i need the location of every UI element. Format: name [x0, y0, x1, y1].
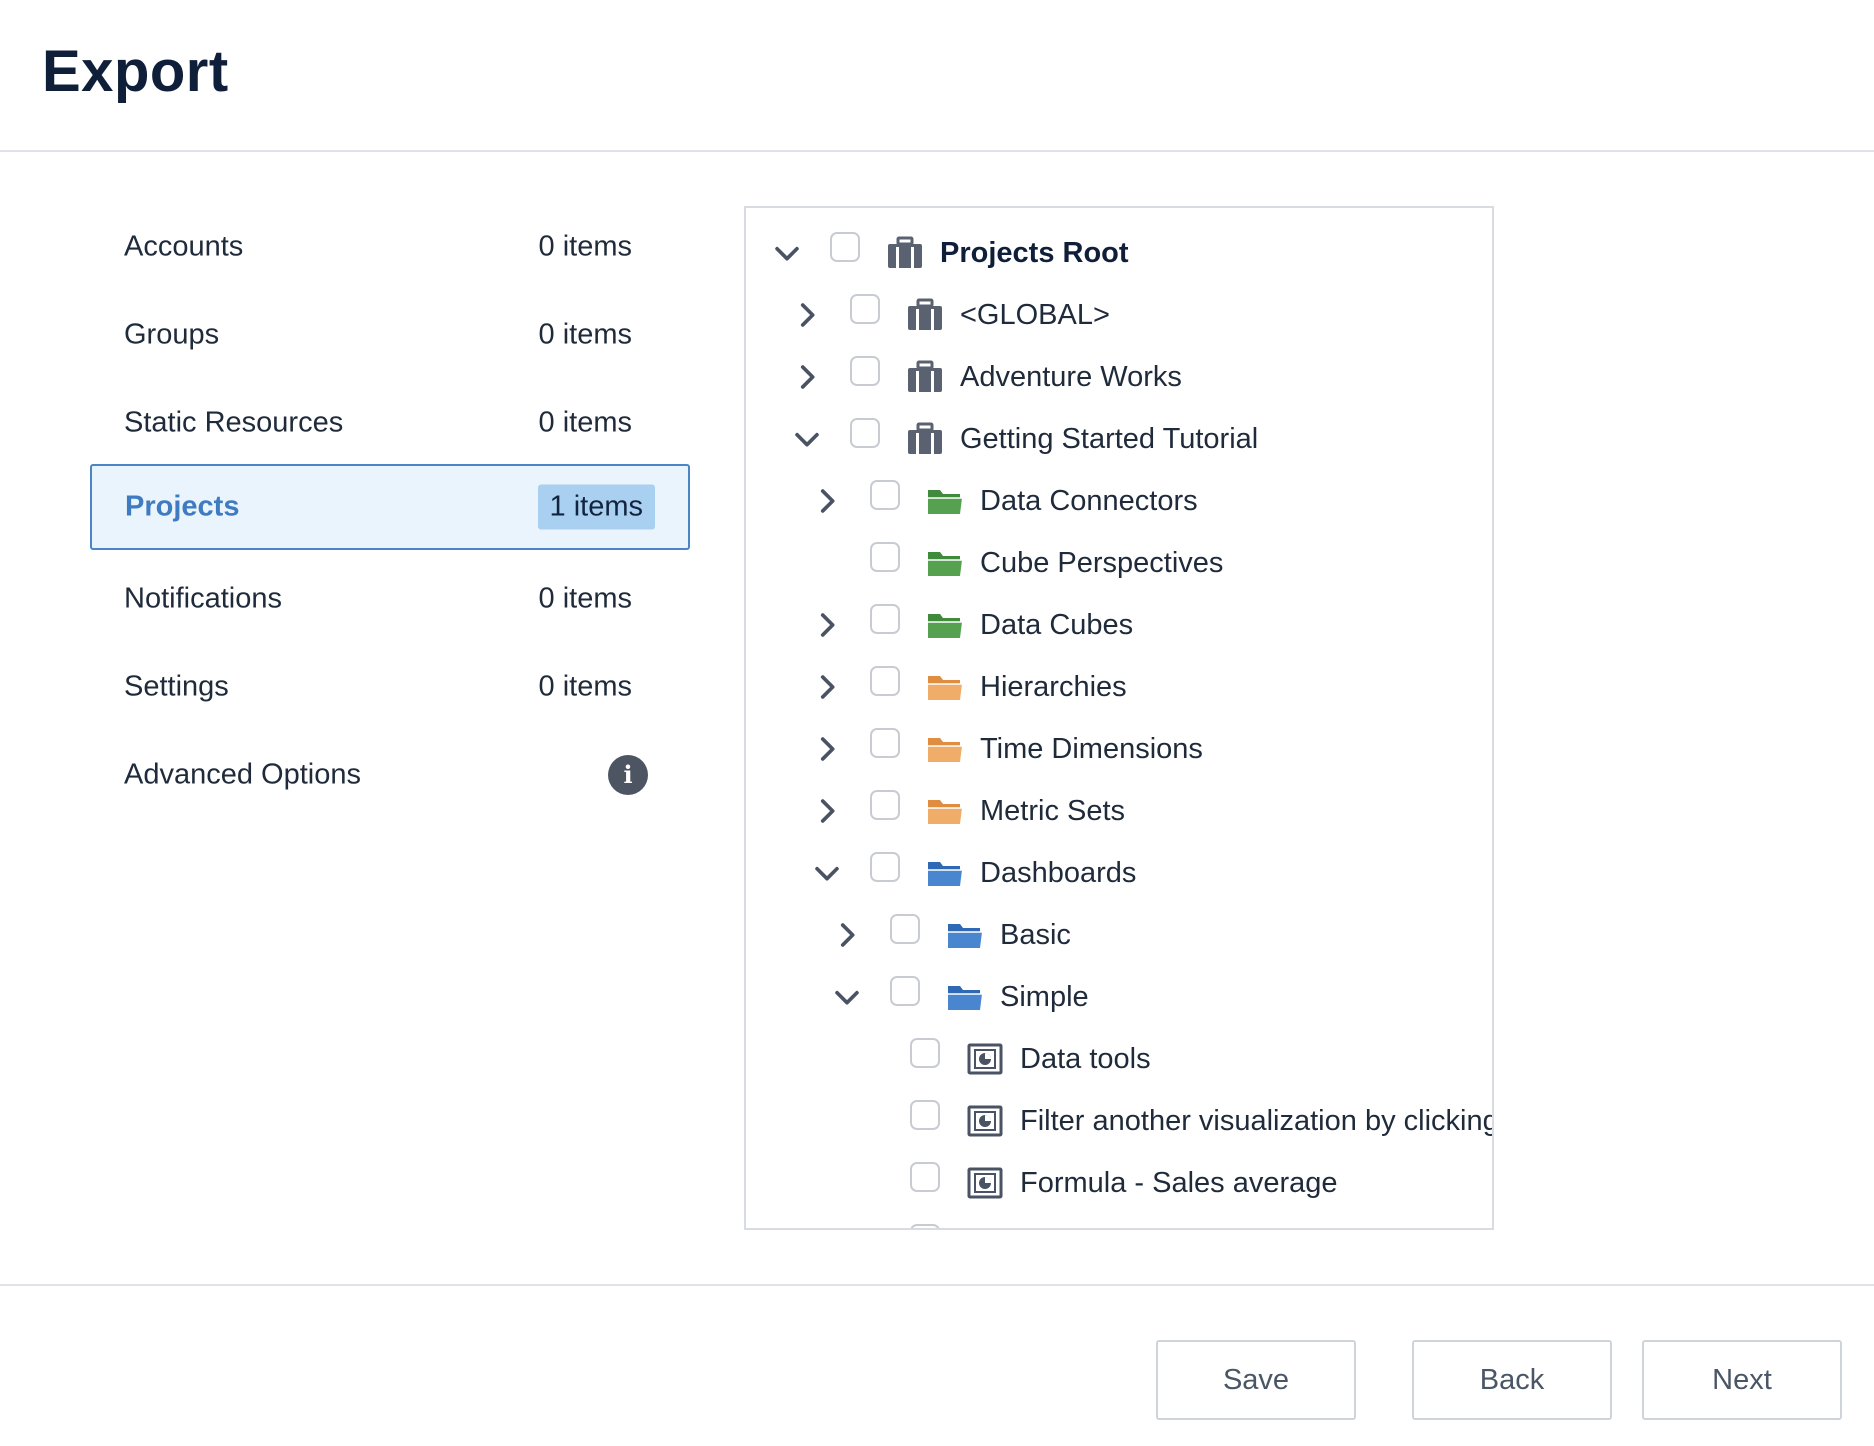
tree-checkbox[interactable]	[870, 852, 900, 882]
nav-item-label: Settings	[124, 670, 229, 703]
chevron-right-icon[interactable]	[810, 608, 844, 642]
tree-checkbox[interactable]	[890, 976, 920, 1006]
folder-icon	[946, 918, 984, 952]
nav-item-count: 0 items	[538, 318, 632, 351]
nav-item-accounts[interactable]: Accounts 0 items	[90, 204, 690, 290]
tree-checkbox[interactable]	[850, 294, 880, 324]
folder-icon	[926, 856, 964, 890]
tree-label[interactable]: Data Connectors	[980, 484, 1198, 518]
nav-item-label: Advanced Options	[124, 758, 361, 791]
briefcase-icon	[906, 422, 944, 456]
tree-checkbox[interactable]	[870, 604, 900, 634]
folder-icon	[926, 732, 964, 766]
tree-label[interactable]: Metric Sets	[980, 794, 1125, 828]
nav-item-projects[interactable]: Projects 1 items	[90, 464, 690, 550]
tree-label[interactable]: Dashboards	[980, 856, 1136, 890]
tree-checkbox[interactable]	[890, 914, 920, 944]
tree-label[interactable]: Getting Started Tutorial	[960, 422, 1258, 456]
tree-checkbox[interactable]	[870, 480, 900, 510]
tree-label[interactable]: Adventure Works	[960, 360, 1182, 394]
tree-checkbox[interactable]	[910, 1224, 940, 1228]
folder-icon	[926, 794, 964, 828]
tree-label[interactable]: <GLOBAL>	[960, 298, 1110, 332]
folder-icon	[926, 546, 964, 580]
tree-label[interactable]: Formula - Sales average	[1020, 1166, 1338, 1200]
tree-checkbox[interactable]	[910, 1038, 940, 1068]
nav-item-label: Groups	[124, 318, 220, 351]
tree-label[interactable]: Projects Root	[940, 236, 1129, 270]
tree-label[interactable]: Simple	[1000, 980, 1089, 1014]
chevron-down-icon[interactable]	[810, 856, 844, 890]
info-icon[interactable]: i	[608, 755, 648, 795]
chevron-right-icon[interactable]	[810, 794, 844, 828]
tree-label[interactable]: Data Cubes	[980, 608, 1133, 642]
page-title: Export	[42, 39, 229, 104]
tree-checkbox[interactable]	[850, 356, 880, 386]
nav-item-count: 0 items	[538, 406, 632, 439]
tree-checkbox[interactable]	[910, 1100, 940, 1130]
folder-icon	[926, 608, 964, 642]
nav-item-count: 0 items	[538, 230, 632, 263]
nav-item-notifications[interactable]: Notifications 0 items	[90, 556, 690, 642]
nav-item-count: 0 items	[538, 582, 632, 615]
page-header: Export	[0, 0, 1874, 152]
dashboard-icon	[966, 1228, 1004, 1230]
project-tree[interactable]: Projects Root <GLOBAL> Adventure Works G…	[744, 206, 1494, 1230]
nav-item-count-badge: 1 items	[537, 484, 655, 530]
tree-label[interactable]: Filter another visualization by clicking	[1020, 1104, 1492, 1138]
tree-checkbox[interactable]	[870, 666, 900, 696]
nav-item-settings[interactable]: Settings 0 items	[90, 644, 690, 730]
briefcase-icon	[906, 298, 944, 332]
nav-item-label: Static Resources	[124, 406, 344, 439]
chevron-right-icon[interactable]	[810, 732, 844, 766]
chevron-down-icon[interactable]	[830, 980, 864, 1014]
tree-checkbox[interactable]	[870, 542, 900, 572]
chevron-right-icon[interactable]	[790, 360, 824, 394]
dashboard-icon	[966, 1104, 1004, 1138]
chevron-down-icon[interactable]	[790, 422, 824, 456]
chevron-right-icon[interactable]	[810, 484, 844, 518]
tree-checkbox[interactable]	[870, 728, 900, 758]
tree-checkbox[interactable]	[910, 1162, 940, 1192]
tree-checkbox[interactable]	[850, 418, 880, 448]
save-button[interactable]: Save	[1156, 1340, 1356, 1420]
chevron-down-icon[interactable]	[770, 236, 804, 270]
dashboard-icon	[966, 1042, 1004, 1076]
footer-divider	[0, 1284, 1874, 1286]
folder-icon	[946, 980, 984, 1014]
tree-checkbox[interactable]	[830, 232, 860, 262]
nav-item-advanced-options[interactable]: Advanced Options i	[90, 732, 690, 818]
chevron-right-icon[interactable]	[810, 670, 844, 704]
nav-item-count: 0 items	[538, 670, 632, 703]
dashboard-icon	[966, 1166, 1004, 1200]
chevron-right-icon[interactable]	[830, 918, 864, 952]
tree-label[interactable]: Time Dimensions	[980, 732, 1203, 766]
tree-label[interactable]: Hierarchies	[980, 670, 1127, 704]
tree-label[interactable]: Data tools	[1020, 1042, 1151, 1076]
tree-label[interactable]: Basic	[1000, 918, 1071, 952]
nav-item-label: Projects	[125, 490, 240, 523]
back-button[interactable]: Back	[1412, 1340, 1612, 1420]
folder-icon	[926, 670, 964, 704]
tree-label[interactable]: Cube Perspectives	[980, 546, 1223, 580]
nav-item-groups[interactable]: Groups 0 items	[90, 292, 690, 378]
nav-item-label: Accounts	[124, 230, 244, 263]
tree-checkbox[interactable]	[870, 790, 900, 820]
nav-item-label: Notifications	[124, 582, 282, 615]
briefcase-icon	[886, 236, 924, 270]
folder-icon	[926, 484, 964, 518]
briefcase-icon	[906, 360, 944, 394]
nav-item-static-resources[interactable]: Static Resources 0 items	[90, 380, 690, 466]
next-button[interactable]: Next	[1642, 1340, 1842, 1420]
chevron-right-icon[interactable]	[790, 298, 824, 332]
